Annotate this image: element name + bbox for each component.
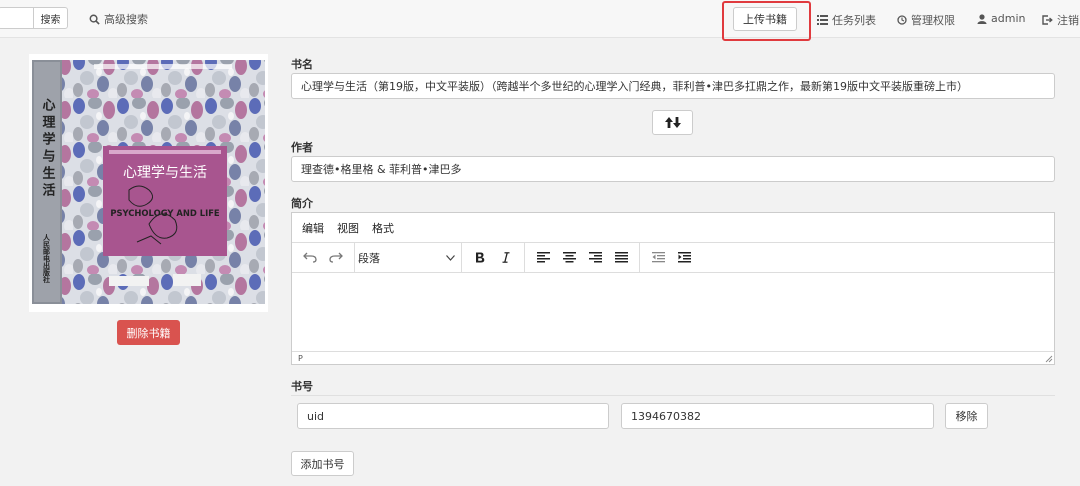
summary-editor: 编辑 视图 格式 段落 P [291,212,1055,365]
search-input[interactable] [0,7,34,29]
admin-settings-label: 管理权限 [911,14,955,27]
align-left-button[interactable] [530,246,556,270]
align-center-icon [562,252,576,263]
align-justify-button[interactable] [608,246,634,270]
identifier-type-input[interactable]: uid [297,403,609,429]
logout-icon [1042,15,1053,25]
menu-view[interactable]: 视图 [337,220,359,236]
align-center-button[interactable] [556,246,582,270]
remove-identifier-button[interactable]: 移除 [945,403,988,429]
add-identifier-button[interactable]: 添加书号 [291,451,354,476]
indent-icon [677,252,691,263]
align-justify-icon [614,252,628,263]
block-format-select[interactable]: 段落 [355,250,461,266]
book-cover: 心理学与生活 人民邮电出版社 心理学与生活 PSYCHOLOGY AND LIF… [29,54,268,312]
editor-toolbar: 段落 [292,243,1054,273]
resize-handle-icon[interactable] [1045,355,1053,363]
cover-publisher: 人民邮电出版社 [42,233,52,284]
search-button[interactable]: 搜索 [33,7,68,29]
search-icon [89,14,100,25]
bold-icon [476,252,485,263]
editor-statusbar: P [292,351,1054,364]
delete-book-button[interactable]: 删除书籍 [117,320,180,345]
cover-title-band: 心理学与生活 [123,165,207,181]
indent-button[interactable] [671,246,697,270]
menu-format[interactable]: 格式 [372,220,394,236]
isbn-label: 书号 [291,380,313,393]
top-navbar: 搜索 高级搜索 上传书籍 任务列表 管理权限 admin 注销 [0,0,1080,41]
author-label: 作者 [291,141,313,154]
outdent-icon [651,252,665,263]
align-right-button[interactable] [582,246,608,270]
logout-link[interactable]: 注销 [1042,12,1079,28]
redo-icon [329,252,343,263]
summary-label: 简介 [291,197,313,210]
italic-button[interactable] [493,246,519,270]
task-list-link[interactable]: 任务列表 [817,12,876,28]
list-icon [817,15,828,25]
element-path[interactable]: P [298,354,303,363]
clock-icon [897,15,907,25]
redo-button[interactable] [323,246,349,270]
summary-edit-area[interactable] [292,273,1054,351]
cover-title-band [103,146,227,256]
undo-icon [303,252,317,263]
title-label: 书名 [291,58,313,71]
book-cover-image: 心理学与生活 人民邮电出版社 心理学与生活 PSYCHOLOGY AND LIF… [32,60,265,304]
editor-menubar: 编辑 视图 格式 [292,213,1054,243]
italic-icon [502,252,510,263]
undo-button[interactable] [297,246,323,270]
task-list-label: 任务列表 [832,14,876,27]
isbn-divider [291,395,1055,396]
align-right-icon [588,252,602,263]
menu-edit[interactable]: 编辑 [302,220,324,236]
bold-button[interactable] [467,246,493,270]
cover-title-en: PSYCHOLOGY AND LIFE [110,208,220,218]
identifier-value-input[interactable]: 1394670382 [621,403,934,429]
user-icon [977,13,987,24]
user-link[interactable]: admin [977,12,1025,25]
upload-book-button[interactable]: 上传书籍 [733,7,797,31]
outdent-button[interactable] [645,246,671,270]
align-left-icon [536,252,550,263]
user-label: admin [991,12,1026,25]
swap-arrows-icon [664,117,681,128]
title-input[interactable]: 心理学与生活（第19版，中文平装版）（跨越半个多世纪的心理学入门经典，菲利普•津… [291,73,1055,99]
block-format-value: 段落 [358,251,380,265]
advanced-search-link[interactable]: 高级搜索 [89,11,148,27]
admin-settings-link[interactable]: 管理权限 [897,12,955,28]
author-input[interactable]: 理查德•格里格 & 菲利普•津巴多 [291,156,1055,182]
cover-title-vertical: 心理学与生活 [40,98,56,200]
swap-title-author-button[interactable] [652,110,693,135]
chevron-down-icon [446,254,455,261]
advanced-search-label: 高级搜索 [104,13,148,26]
logout-label: 注销 [1057,14,1079,27]
